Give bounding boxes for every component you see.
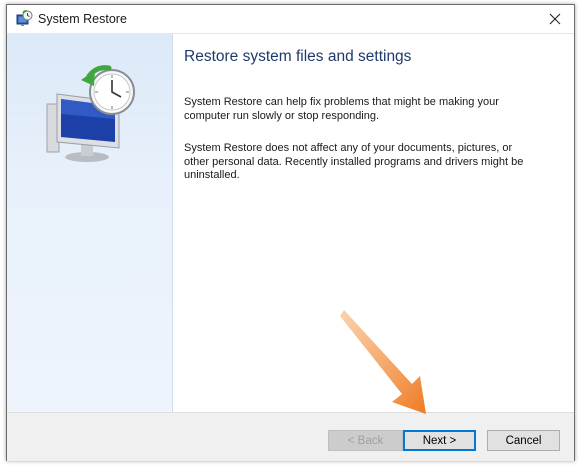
page-heading: Restore system files and settings (184, 48, 412, 65)
window-title: System Restore (38, 12, 127, 26)
button-bar: < Back Next > Cancel (7, 412, 574, 461)
next-button[interactable]: Next > (403, 430, 476, 451)
system-restore-clock-monitor-icon (46, 65, 135, 162)
back-button[interactable]: < Back (328, 430, 403, 451)
title-bar: System Restore (7, 5, 574, 34)
sidebar-panel (7, 34, 173, 412)
close-button[interactable] (536, 5, 574, 33)
cancel-button[interactable]: Cancel (487, 430, 560, 451)
description-paragraph-2: System Restore does not affect any of yo… (184, 142, 524, 181)
description-paragraph-1: System Restore can help fix problems tha… (184, 96, 499, 122)
system-restore-icon (16, 10, 33, 26)
close-icon (549, 13, 561, 25)
system-restore-window: System Restore Restore system files and … (6, 4, 575, 461)
